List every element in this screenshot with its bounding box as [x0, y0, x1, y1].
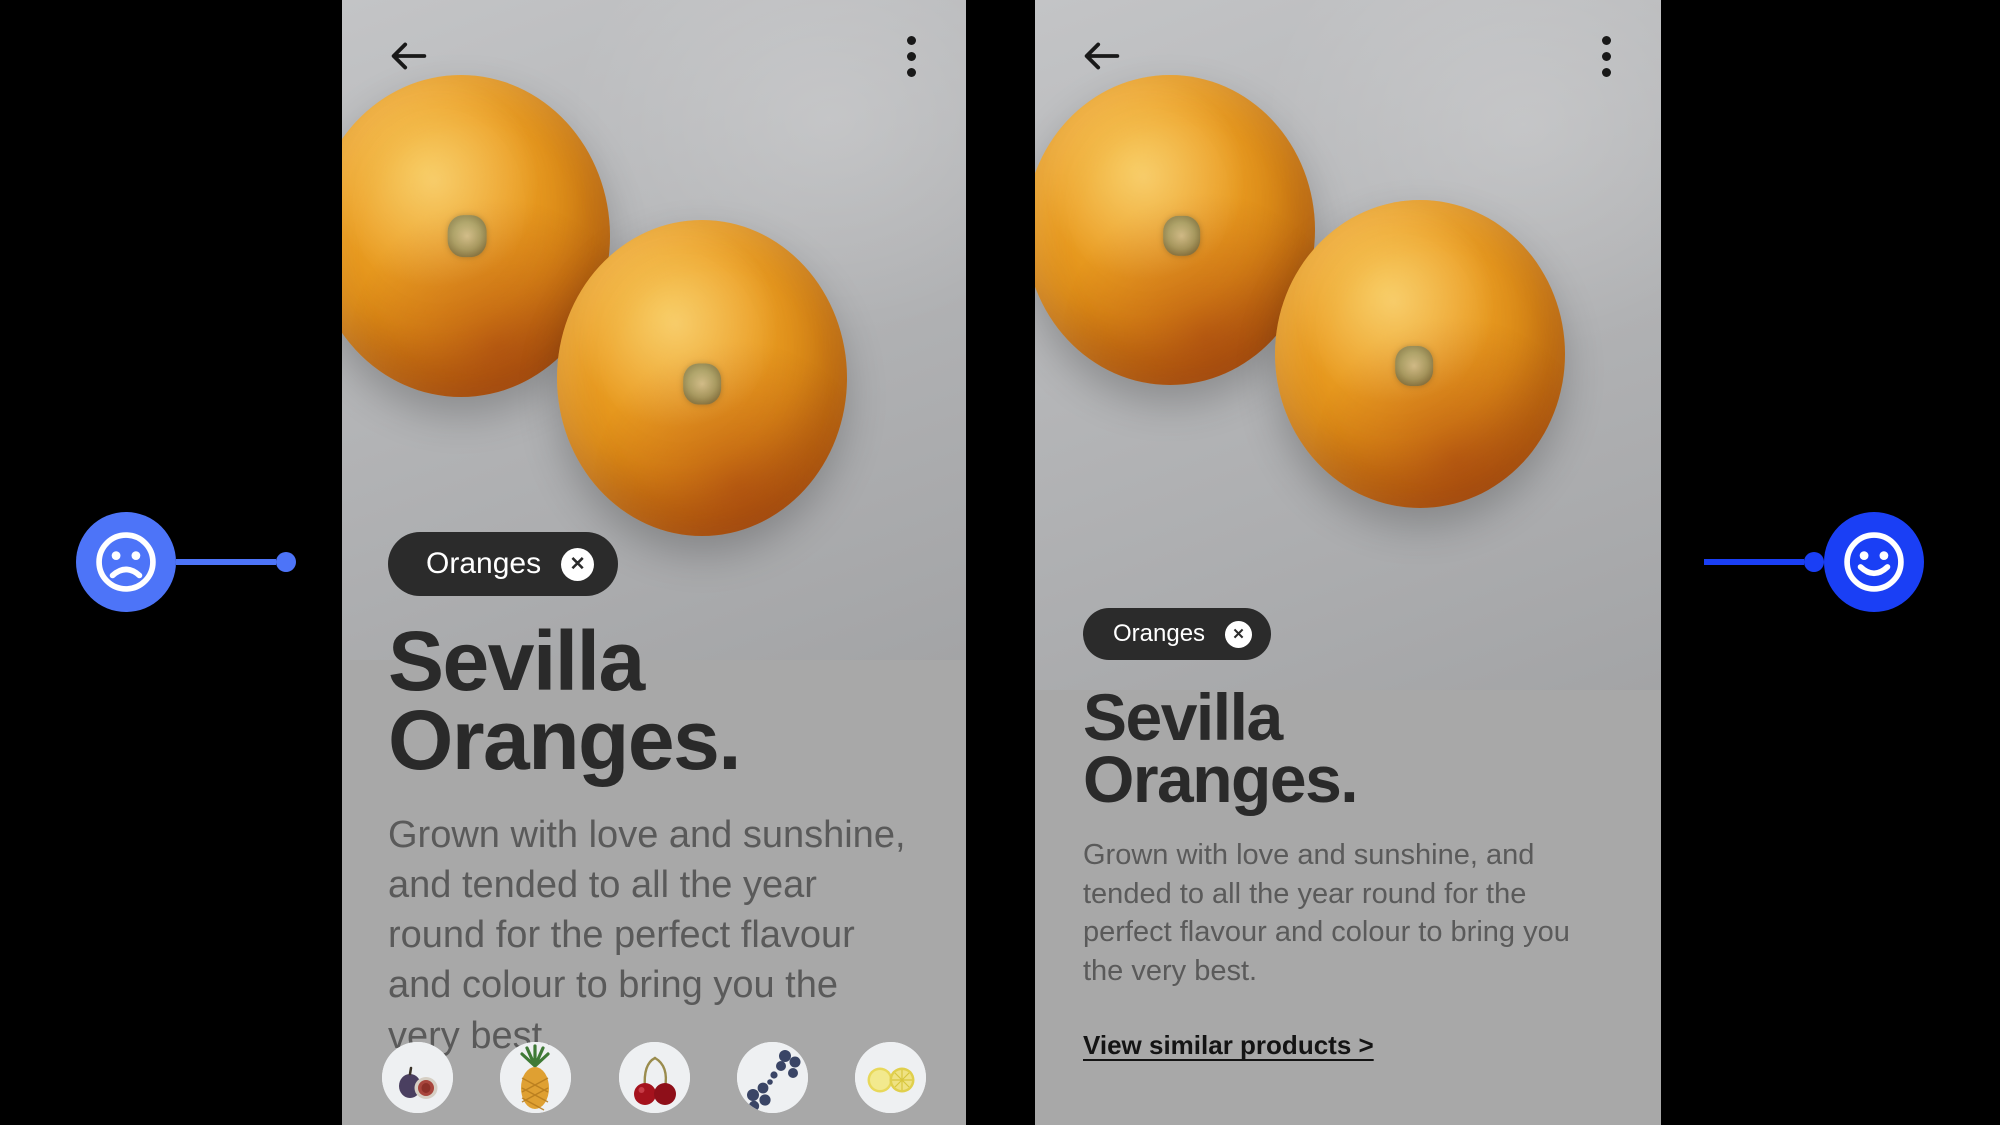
orange-fruit-secondary — [1275, 200, 1565, 508]
chip-label: Oranges — [426, 547, 542, 580]
pineapple-glyph — [500, 1042, 572, 1113]
orange-stem-nub — [1162, 216, 1201, 257]
rating-marker-negative[interactable] — [76, 512, 296, 612]
lemon-glyph — [855, 1042, 926, 1113]
orange-stem-nub — [447, 215, 487, 257]
related-fruit-thumbnails — [342, 1042, 966, 1125]
kebab-dot — [1602, 51, 1611, 61]
cherries-thumbnail[interactable] — [618, 1042, 690, 1113]
orange-stem-nub — [1395, 346, 1434, 387]
chip-label: Oranges — [1113, 620, 1206, 647]
connector-positive — [1704, 552, 1824, 572]
connector-line — [176, 559, 276, 565]
kebab-dot — [907, 35, 916, 45]
orange-stem-nub — [683, 363, 721, 405]
pineapple-thumbnail[interactable] — [500, 1042, 572, 1113]
back-arrow-icon[interactable] — [1079, 33, 1125, 79]
category-chip-oranges[interactable]: Oranges ✕ — [1083, 608, 1272, 660]
product-description: Grown with love and sunshine, and tended… — [1083, 839, 1570, 987]
blueberries-thumbnail[interactable] — [736, 1042, 808, 1113]
happy-face-glyph — [1844, 532, 1904, 592]
happy-face-icon[interactable] — [1824, 512, 1924, 612]
phone-screen-variant-b: Oranges ✕ Sevilla Oranges. Grown with lo… — [1035, 0, 1661, 1125]
figs-thumbnail[interactable] — [382, 1042, 453, 1113]
product-description: Grown with love and sunshine, and tended… — [388, 813, 906, 1057]
connector-dot — [1804, 552, 1824, 572]
lemon-thumbnail[interactable] — [855, 1042, 926, 1113]
kebab-dot — [1602, 67, 1611, 77]
kebab-dot — [907, 51, 916, 61]
chip-close-icon[interactable]: ✕ — [561, 547, 595, 581]
cherries-glyph — [618, 1042, 690, 1113]
product-content-a: Oranges ✕ Sevilla Oranges. Grown with lo… — [342, 532, 966, 1061]
kebab-menu-icon[interactable] — [1596, 30, 1617, 83]
kebab-dot — [907, 67, 916, 77]
kebab-dot — [1602, 35, 1611, 45]
orange-fruit-primary — [1035, 75, 1315, 385]
category-chip-oranges[interactable]: Oranges ✕ — [388, 532, 619, 596]
headline-line-1: Sevilla — [388, 614, 645, 708]
phone-screen-variant-a: Oranges ✕ Sevilla Oranges. Grown with lo… — [342, 0, 966, 1125]
product-content-b: Oranges ✕ Sevilla Oranges. Grown with lo… — [1035, 608, 1661, 1061]
chip-close-icon[interactable]: ✕ — [1225, 620, 1253, 648]
view-similar-products-link[interactable]: View similar products > — [1083, 1030, 1374, 1061]
headline-line-2: Oranges. — [388, 692, 742, 787]
product-headline: Sevilla Oranges. — [388, 614, 920, 787]
rating-marker-positive[interactable] — [1704, 512, 1924, 612]
comparison-stage: Oranges ✕ Sevilla Oranges. Grown with lo… — [0, 0, 2000, 1125]
blueberries-glyph — [736, 1042, 808, 1113]
orange-fruit-secondary — [557, 220, 847, 536]
connector-line — [1704, 559, 1804, 565]
figs-glyph — [382, 1042, 453, 1113]
sad-face-glyph — [96, 532, 156, 592]
sad-face-icon[interactable] — [76, 512, 176, 612]
app-header — [1035, 0, 1661, 112]
connector-negative — [176, 552, 296, 572]
connector-dot — [276, 552, 296, 572]
kebab-menu-icon[interactable] — [901, 30, 922, 83]
app-header — [342, 0, 966, 112]
headline-line-1: Sevilla — [1083, 680, 1283, 754]
back-arrow-icon[interactable] — [386, 33, 432, 79]
product-headline: Sevilla Oranges. — [1083, 680, 1613, 817]
headline-line-2: Oranges. — [1083, 742, 1359, 817]
